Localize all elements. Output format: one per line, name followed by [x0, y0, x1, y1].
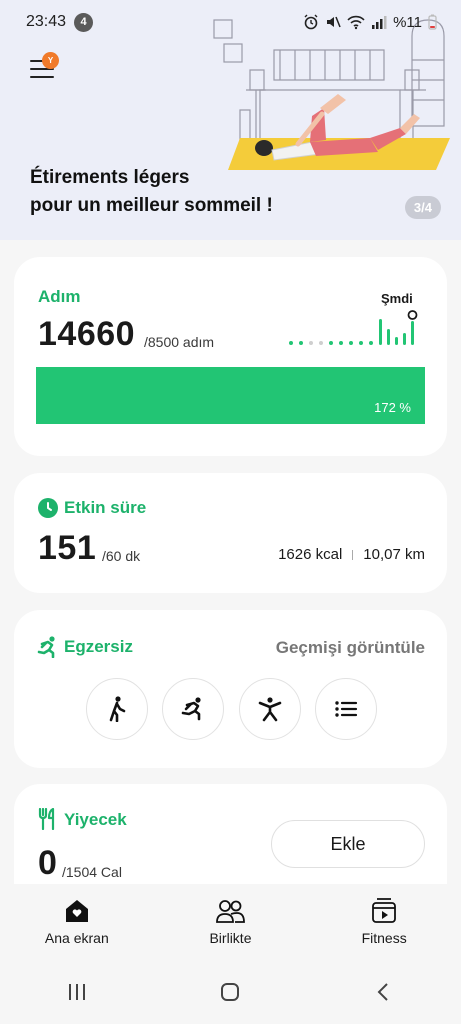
profile-badge: Y	[42, 52, 59, 69]
nav-fitness[interactable]: Fitness	[324, 898, 444, 946]
walking-icon	[109, 696, 126, 722]
steps-title: Adım	[38, 287, 81, 306]
calories-value: 1626 kcal	[278, 546, 343, 563]
workout-icon	[258, 697, 282, 722]
status-time: 23:43	[26, 13, 67, 30]
nav-home[interactable]: Ana ekran	[17, 898, 137, 946]
steps-sparkline	[289, 310, 418, 345]
nav-fitness-label: Fitness	[361, 930, 407, 946]
home-circle-icon	[221, 982, 240, 1001]
recent-apps-button[interactable]	[66, 981, 88, 1008]
fitness-video-icon	[372, 898, 397, 923]
add-food-button[interactable]: Ekle	[271, 820, 425, 868]
steps-card[interactable]: Adım 14660 /8500 adım Şmdi 172 %	[14, 257, 447, 456]
active-time-card[interactable]: Etkin süre 151 /60 dk 1626 kcal 10,07 km	[14, 473, 447, 593]
battery-icon	[428, 14, 437, 30]
alarm-icon	[303, 14, 319, 30]
home-icon	[65, 900, 88, 922]
steps-progress-bar: 172 %	[36, 367, 425, 424]
steps-value: 14660	[38, 315, 136, 353]
clock-icon	[38, 498, 58, 518]
food-goal: /1504 Cal	[62, 864, 122, 880]
distance-value: 10,07 km	[363, 546, 425, 563]
active-stats: 1626 kcal 10,07 km	[278, 546, 425, 563]
view-history-link[interactable]: Geçmişi görüntüle	[276, 638, 425, 658]
mute-icon	[325, 14, 341, 30]
nav-together-label: Birlikte	[209, 930, 252, 946]
food-value: 0	[38, 844, 58, 882]
stat-divider	[352, 549, 354, 560]
nav-home-label: Ana ekran	[44, 930, 109, 946]
signal-icon	[371, 14, 387, 30]
steps-goal: /8500 adım	[144, 334, 215, 350]
notification-count-badge: 4	[74, 12, 94, 32]
exercise-card[interactable]: Egzersiz Geçmişi görüntüle	[14, 610, 447, 768]
active-time-value: 151	[38, 529, 97, 567]
walking-button[interactable]	[86, 678, 148, 740]
fork-knife-icon	[38, 807, 58, 835]
nav-together[interactable]: Birlikte	[170, 898, 290, 946]
bottom-navigation: Ana ekran Birlikte Fitness	[0, 884, 461, 964]
workout-button[interactable]	[239, 678, 301, 740]
banner-pager: 3/4	[404, 196, 441, 219]
food-title: Yiyecek	[64, 810, 127, 829]
running-button[interactable]	[162, 678, 224, 740]
banner-title: Étirements légers pour un meilleur somme…	[30, 167, 273, 216]
running-icon	[181, 697, 201, 721]
steps-percent: 172 %	[374, 400, 411, 415]
home-system-button[interactable]	[219, 981, 241, 1008]
exercise-title: Egzersiz	[64, 637, 133, 656]
people-icon	[216, 900, 246, 923]
status-bar: 23:43 4 %11	[0, 0, 461, 44]
active-time-title: Etkin süre	[64, 498, 147, 517]
back-icon	[377, 982, 388, 1001]
food-card[interactable]: Yiyecek 0 /1504 Cal Ekle	[14, 784, 447, 894]
list-icon	[335, 701, 358, 717]
exercise-icon	[36, 636, 60, 663]
recent-apps-icon	[68, 983, 85, 1000]
active-time-goal: /60 dk	[102, 548, 141, 564]
battery-percent: %11	[393, 13, 422, 31]
system-navigation-bar	[0, 964, 461, 1024]
back-button[interactable]	[373, 981, 395, 1008]
wifi-icon	[347, 14, 365, 30]
exercise-list-button[interactable]	[315, 678, 377, 740]
